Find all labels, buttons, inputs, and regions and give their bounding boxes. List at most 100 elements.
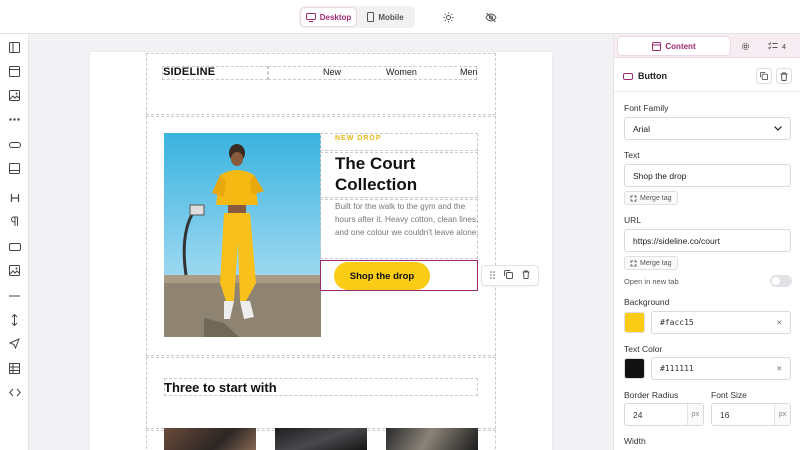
sun-icon[interactable]: [441, 10, 455, 24]
footer-block-icon[interactable]: [7, 161, 22, 176]
mobile-icon: [367, 12, 375, 22]
more-icon[interactable]: [7, 112, 22, 127]
text-merge-tag-button[interactable]: Merge tag: [624, 191, 678, 205]
chevron-down-icon: [774, 126, 782, 131]
delete-block-button[interactable]: [776, 68, 792, 84]
cta-button[interactable]: Shop the drop: [334, 262, 430, 290]
trash-icon: [780, 72, 788, 81]
width-label: Width: [624, 436, 646, 446]
email-page: SIDELINE New Women Men NEW DROP The Cour…: [90, 52, 552, 450]
duplicate-block-button[interactable]: [756, 68, 772, 84]
heading-icon[interactable]: [7, 190, 22, 205]
product-image-1[interactable]: [164, 428, 256, 450]
font-size-unit: px: [774, 404, 790, 425]
background-label: Background: [624, 297, 670, 307]
hero-body[interactable]: Built for the walk to the gym and the ho…: [335, 200, 481, 239]
clear-icon[interactable]: ✕: [777, 364, 782, 374]
nav-link-men[interactable]: Men: [460, 67, 478, 77]
border-radius-label: Border Radius: [624, 390, 679, 400]
text-color-swatch[interactable]: [624, 358, 645, 379]
settings-gear-icon[interactable]: [736, 37, 754, 55]
border-radius-unit: px: [687, 404, 703, 425]
duplicate-icon[interactable]: [503, 270, 513, 281]
nav-link-women[interactable]: Women: [386, 67, 417, 77]
eye-off-icon[interactable]: [484, 10, 498, 24]
font-family-select[interactable]: Arial: [624, 117, 791, 140]
hero-image[interactable]: [164, 133, 321, 337]
text-color-label: Text Color: [624, 344, 663, 354]
properties-panel: Content 4 Button Font Family Arial Text …: [613, 34, 800, 450]
mobile-view-button[interactable]: Mobile: [358, 8, 413, 26]
image-icon[interactable]: [7, 263, 22, 278]
tab-content-label: Content: [665, 41, 696, 51]
top-toolbar: Desktop Mobile: [0, 0, 800, 34]
clear-icon[interactable]: ✕: [777, 318, 782, 328]
product-image-2[interactable]: [275, 428, 367, 450]
trash-icon[interactable]: [522, 270, 530, 281]
url-field[interactable]: https://sideline.co/court: [624, 229, 791, 252]
tab-checklist[interactable]: 4: [760, 37, 794, 55]
hero-eyebrow[interactable]: NEW DROP: [335, 135, 382, 142]
code-icon[interactable]: [7, 385, 22, 400]
content-tab-icon: [652, 41, 662, 51]
desktop-label: Desktop: [319, 12, 352, 22]
border-radius-value: 24: [633, 409, 643, 420]
divider-block-icon[interactable]: [7, 137, 22, 152]
text-field-value: Shop the drop: [633, 170, 687, 181]
merge-tag-icon: [630, 260, 637, 266]
checklist-icon: [768, 42, 778, 50]
header-section[interactable]: [146, 53, 496, 115]
block-header: Button: [614, 62, 800, 92]
desktop-view-button[interactable]: Desktop: [301, 8, 356, 26]
open-new-tab-toggle[interactable]: [770, 275, 792, 287]
spacer-icon[interactable]: [7, 312, 22, 327]
send-icon[interactable]: [7, 336, 22, 351]
text-field[interactable]: Shop the drop: [624, 164, 791, 187]
text-color-field[interactable]: #111111 ✕: [651, 357, 791, 380]
mobile-label: Mobile: [378, 12, 404, 22]
font-size-label: Font Size: [711, 390, 747, 400]
device-toggle: Desktop Mobile: [299, 6, 415, 28]
background-color-swatch[interactable]: [624, 312, 645, 333]
button-block-icon[interactable]: [7, 239, 22, 254]
border-radius-field[interactable]: 24 px: [624, 403, 704, 426]
background-color-value: #facc15: [660, 318, 694, 327]
url-merge-tag-button[interactable]: Merge tag: [624, 256, 678, 270]
hero-headline[interactable]: The Court Collection: [335, 153, 475, 195]
block-title: Button: [638, 71, 667, 81]
button-block-icon: [623, 73, 633, 80]
merge-tag-icon: [630, 195, 637, 201]
block-rail: [0, 34, 29, 450]
section-icon[interactable]: [7, 64, 22, 79]
brand-logo[interactable]: SIDELINE: [163, 66, 215, 78]
url-field-value: https://sideline.co/court: [633, 235, 720, 246]
background-color-field[interactable]: #facc15 ✕: [651, 311, 791, 334]
line-icon[interactable]: [7, 288, 22, 303]
image-block-icon[interactable]: [7, 88, 22, 103]
tab-content[interactable]: Content: [618, 37, 730, 55]
nav-block-outline: [268, 66, 477, 80]
font-size-field[interactable]: 16 px: [711, 403, 791, 426]
sidebar-layout-icon[interactable]: [7, 40, 22, 55]
checklist-count: 4: [781, 41, 787, 51]
paragraph-icon[interactable]: [7, 214, 22, 229]
panel-tabs: Content 4: [614, 34, 800, 58]
drag-handle-icon[interactable]: [490, 270, 496, 281]
nav-link-new[interactable]: New: [323, 67, 341, 77]
block-floating-toolbar: [481, 265, 539, 286]
merge-tag-label: Merge tag: [640, 194, 672, 202]
desktop-icon: [305, 12, 316, 22]
text-label: Text: [624, 150, 640, 160]
merge-tag-label: Merge tag: [640, 259, 672, 267]
table-icon[interactable]: [7, 361, 22, 376]
duplicate-icon: [760, 72, 768, 80]
editor-canvas: SIDELINE New Women Men NEW DROP The Cour…: [29, 34, 613, 450]
font-family-value: Arial: [633, 123, 651, 134]
section-title[interactable]: Three to start with: [164, 380, 277, 395]
text-color-value: #111111: [660, 364, 694, 373]
url-label: URL: [624, 215, 642, 225]
open-new-tab-label: Open in new tab: [624, 277, 679, 286]
product-image-3[interactable]: [386, 428, 478, 450]
font-size-value: 16: [720, 409, 730, 420]
font-family-label: Font Family: [624, 103, 669, 113]
